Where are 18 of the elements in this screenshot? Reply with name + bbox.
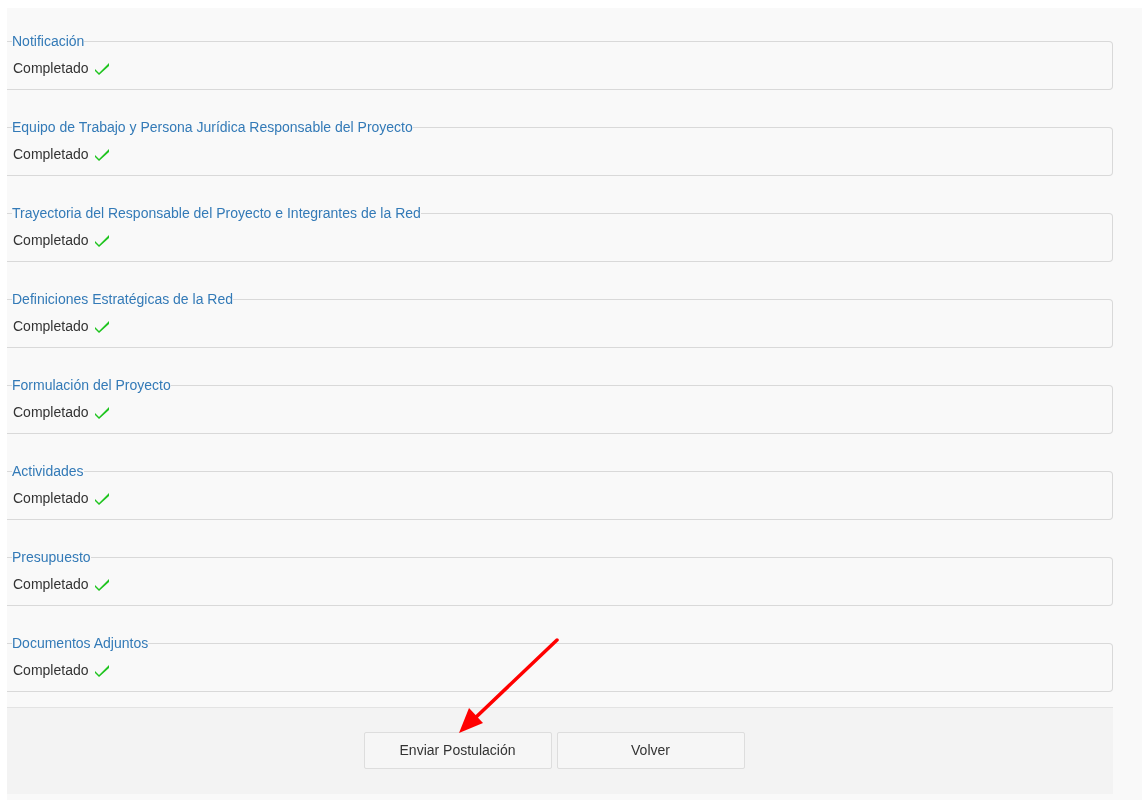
status-text: Completado — [13, 489, 89, 508]
section-title: Actividades — [12, 462, 84, 480]
section-title: Documentos Adjuntos — [12, 634, 149, 652]
section-title: Notificación — [12, 32, 85, 50]
status-text: Completado — [13, 231, 89, 250]
status-text: Completado — [13, 145, 89, 164]
section-title: Formulación del Proyecto — [12, 376, 171, 394]
status-text: Completado — [13, 59, 89, 78]
section-title: Definiciones Estratégicas de la Red — [12, 290, 233, 308]
action-button[interactable]: Enviar Postulación — [363, 732, 552, 769]
section-title: Presupuesto — [12, 548, 91, 566]
status-text: Completado — [13, 575, 89, 594]
section-title: Trayectoria del Responsable del Proyecto e Integrantes de la Red — [12, 204, 421, 222]
status-text: Completado — [13, 317, 89, 336]
status-text: Completado — [13, 403, 89, 422]
action-button[interactable]: Volver — [556, 732, 745, 769]
status-text: Completado — [13, 661, 89, 680]
section-title: Equipo de Trabajo y Persona Jurídica Responsable del Proyecto — [12, 118, 413, 136]
